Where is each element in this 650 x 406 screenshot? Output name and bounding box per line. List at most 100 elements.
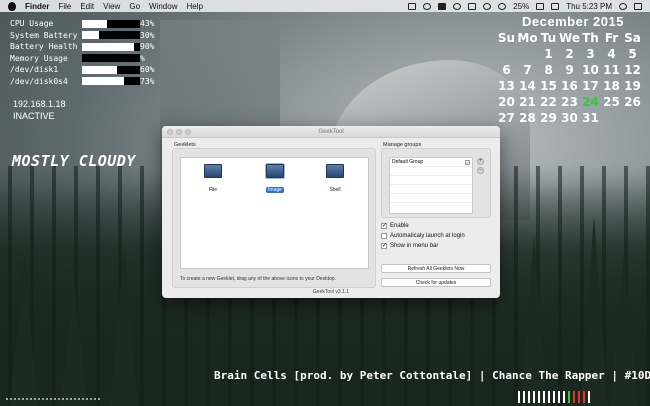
remove-group-button[interactable]: − bbox=[477, 167, 484, 174]
group-row-empty bbox=[390, 194, 472, 203]
group-name: Default Group bbox=[392, 159, 424, 165]
show-in-menubar-checkbox[interactable]: ✓ bbox=[381, 243, 387, 249]
calendar-weekday: We bbox=[559, 31, 580, 45]
calendar-day: 18 bbox=[603, 79, 620, 93]
geektool-menu-icon[interactable] bbox=[468, 2, 477, 10]
system-stats-geeklet: CPU Usage 43% System Battery 30% Battery… bbox=[10, 18, 162, 87]
image-geeklet-icon bbox=[265, 163, 285, 179]
calendar-day bbox=[496, 47, 517, 62]
enable-option[interactable]: ✓ Enable bbox=[381, 223, 409, 229]
menu-window[interactable]: Window bbox=[149, 2, 177, 11]
launch-at-login-option[interactable]: Automaticaly launch at login bbox=[381, 233, 465, 239]
calendar-today: 24 bbox=[582, 95, 599, 109]
group-row-empty bbox=[390, 185, 472, 194]
calendar-weekday: Sa bbox=[624, 31, 641, 45]
menu-app-name[interactable]: Finder bbox=[25, 2, 49, 11]
calendar-geeklet: December 2015 Su Mo Tu We Th Fr Sa 1 2 3 4 5 6 7 8 9 10 1… bbox=[496, 14, 650, 126]
menu-view[interactable]: View bbox=[103, 2, 120, 11]
calendar-day: 31 bbox=[582, 111, 599, 125]
stat-bar bbox=[82, 31, 140, 40]
wallpaper-tree bbox=[60, 286, 88, 406]
groups-list: Default Group ✓ bbox=[389, 157, 473, 214]
option-label: Enable bbox=[390, 223, 409, 229]
check-updates-button[interactable]: Check for updates bbox=[381, 278, 491, 287]
dropbox-icon[interactable] bbox=[438, 2, 447, 10]
launch-at-login-checkbox[interactable] bbox=[381, 233, 387, 239]
progress-dot bbox=[26, 398, 28, 400]
geeklet-shell[interactable]: Shell bbox=[321, 164, 349, 196]
stat-value: 60% bbox=[140, 65, 155, 74]
window-titlebar[interactable]: GeekTool bbox=[162, 126, 500, 138]
battery-icon[interactable] bbox=[536, 2, 545, 10]
geeklet-image[interactable]: Image bbox=[261, 163, 289, 196]
notification-center-icon[interactable] bbox=[634, 2, 642, 10]
group-row-empty bbox=[390, 176, 472, 185]
wifi-icon[interactable] bbox=[498, 2, 507, 10]
calendar-weekday: Fr bbox=[604, 31, 619, 45]
calendar-day: 5 bbox=[628, 47, 637, 61]
calendar-day: 19 bbox=[624, 79, 641, 93]
stat-bar bbox=[82, 77, 140, 86]
calendar-day: 11 bbox=[603, 63, 620, 77]
bluetooth-icon[interactable] bbox=[483, 2, 492, 10]
add-group-button[interactable]: + bbox=[477, 158, 484, 165]
calendar-day bbox=[517, 47, 538, 62]
file-geeklet-icon bbox=[204, 164, 222, 178]
calendar-day: 4 bbox=[607, 47, 616, 61]
geeklet-file[interactable]: File bbox=[199, 164, 227, 196]
calendar-day: 10 bbox=[582, 63, 599, 77]
progress-dot bbox=[38, 398, 40, 400]
spotlight-icon[interactable] bbox=[619, 2, 627, 10]
progress-dot bbox=[30, 398, 32, 400]
menu-file[interactable]: File bbox=[58, 2, 71, 11]
wallpaper-tree bbox=[110, 246, 138, 406]
stat-label: /dev/disk1 bbox=[10, 65, 59, 74]
calendar-day: 23 bbox=[561, 95, 578, 109]
apple-menu-icon[interactable] bbox=[8, 1, 16, 11]
progress-dot bbox=[10, 398, 12, 400]
stat-row: /dev/disk1 60% bbox=[10, 64, 162, 76]
weather-geeklet: MOSTLY CLOUDY bbox=[12, 152, 136, 170]
calendar-day: 22 bbox=[540, 95, 557, 109]
menu-clock[interactable]: Thu 5:23 PM bbox=[566, 2, 612, 11]
menu-go[interactable]: Go bbox=[129, 2, 140, 11]
calendar-weekday: Mo bbox=[517, 31, 538, 45]
show-in-menubar-option[interactable]: ✓ Show in menu bar bbox=[381, 243, 438, 249]
progress-dot bbox=[98, 398, 100, 400]
calendar-day bbox=[601, 111, 622, 126]
meter-bar bbox=[528, 391, 530, 403]
meter-bar-green bbox=[568, 391, 570, 403]
wallpaper-tree bbox=[610, 256, 638, 406]
geeklets-panel: File Image Shell bbox=[172, 148, 376, 288]
time-machine-icon[interactable] bbox=[423, 2, 432, 10]
wallpaper-tree bbox=[10, 256, 38, 406]
menu-help[interactable]: Help bbox=[186, 2, 202, 11]
progress-dot bbox=[6, 398, 8, 400]
group-enabled-checkbox[interactable]: ✓ bbox=[465, 159, 470, 165]
battery-percent[interactable]: 25% bbox=[513, 2, 529, 11]
window-title: GeekTool bbox=[318, 128, 344, 135]
refresh-geeklets-button[interactable]: Refresh All Geeklets Now bbox=[381, 264, 491, 273]
stat-row: /dev/disk0s4 73% bbox=[10, 76, 162, 88]
input-flag-icon[interactable] bbox=[551, 2, 560, 10]
calendar-weekday: Th bbox=[582, 31, 599, 45]
progress-dot bbox=[66, 398, 68, 400]
group-row-default[interactable]: Default Group ✓ bbox=[390, 158, 472, 167]
stat-bar bbox=[82, 54, 140, 63]
meter-bar bbox=[558, 391, 560, 403]
group-row-empty bbox=[390, 167, 472, 176]
geeklet-label: Shell bbox=[329, 187, 341, 193]
calendar-title: December 2015 bbox=[522, 14, 624, 29]
menu-edit[interactable]: Edit bbox=[80, 2, 94, 11]
meter-bar bbox=[563, 391, 565, 403]
enable-checkbox[interactable]: ✓ bbox=[381, 223, 387, 229]
stat-label: Memory Usage bbox=[10, 53, 68, 63]
screen-mirror-icon[interactable] bbox=[408, 2, 417, 10]
calendar-day: 27 bbox=[498, 111, 515, 125]
vpn-icon[interactable] bbox=[453, 2, 462, 10]
calendar-day: 29 bbox=[540, 111, 557, 125]
stat-row: CPU Usage 43% bbox=[10, 18, 162, 30]
stat-row: Battery Health 90% bbox=[10, 41, 162, 53]
calendar-weekday: Su bbox=[497, 31, 516, 45]
progress-dot bbox=[82, 398, 84, 400]
